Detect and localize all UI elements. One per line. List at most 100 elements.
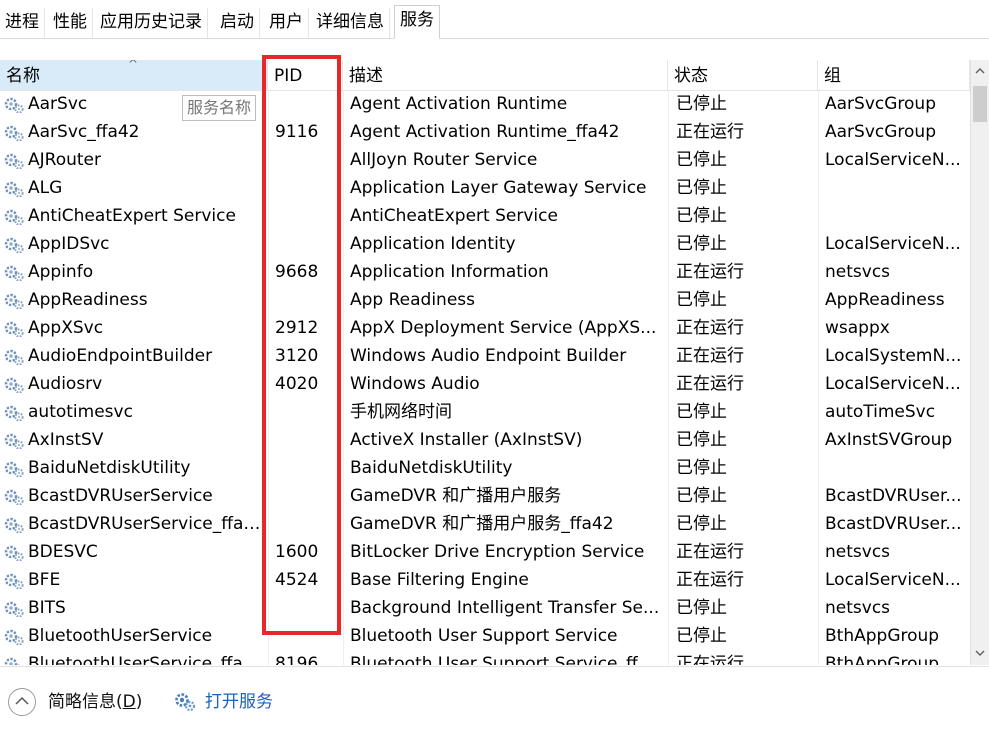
service-gear-icon — [3, 375, 25, 393]
scroll-thumb[interactable] — [973, 86, 987, 122]
service-status: 正在运行 — [676, 346, 744, 366]
service-name: BaiduNetdiskUtility — [28, 458, 191, 478]
service-group — [825, 202, 965, 230]
service-gear-icon — [3, 319, 25, 337]
open-services-link[interactable]: 打开服务 — [205, 691, 273, 713]
service-status: 正在运行 — [676, 318, 744, 338]
service-pid: 4524 — [275, 570, 319, 590]
tab-app-history[interactable]: 应用历史记录 — [95, 8, 208, 38]
service-group — [825, 454, 965, 482]
services-gear-icon — [175, 693, 196, 712]
service-status: 已停止 — [676, 290, 727, 310]
table-row[interactable]: autotimesvc 手机网络时间 已停止 autoTimeSvc — [0, 398, 970, 426]
column-header-group[interactable]: 组 — [818, 60, 970, 90]
service-pid: 9668 — [275, 262, 319, 282]
table-row[interactable]: BITS Background Intelligent Transfer Se..… — [0, 594, 970, 622]
table-row[interactable]: AxInstSV ActiveX Installer (AxInstSV) 已停止 A… — [0, 426, 970, 454]
service-group: LocalServiceN... — [825, 150, 961, 170]
service-status: 已停止 — [676, 514, 727, 534]
table-row[interactable]: BluetoothUserService Bluetooth User Suppo… — [0, 622, 970, 650]
tab-processes[interactable]: 进程 — [0, 8, 45, 38]
service-status: 已停止 — [676, 486, 727, 506]
service-status: 已停止 — [676, 234, 727, 254]
table-row[interactable]: AppIDSvc Application Identity 已停止 LocalServ… — [0, 230, 970, 258]
service-gear-icon — [3, 571, 25, 589]
service-pid: 1600 — [275, 542, 319, 562]
column-tooltip: 服务名称 — [182, 95, 257, 121]
vertical-scrollbar[interactable] — [970, 60, 989, 665]
table-row[interactable]: AppXSvc 2912 AppX Deployment Service (AppX… — [0, 314, 970, 342]
service-description: App Readiness — [350, 290, 476, 310]
tab-performance[interactable]: 性能 — [48, 8, 93, 38]
service-gear-icon — [3, 627, 25, 645]
service-group: BcastDVRUser... — [825, 514, 962, 534]
service-group: wsappx — [825, 318, 890, 338]
service-pid — [275, 174, 339, 202]
service-description: Windows Audio — [350, 374, 480, 394]
service-description: Agent Activation Runtime — [350, 94, 568, 114]
service-description: BaiduNetdiskUtility — [350, 458, 513, 478]
fewer-details-accesskey: D — [122, 692, 136, 712]
service-description: GameDVR 和广播用户服务 — [350, 486, 562, 506]
service-status: 已停止 — [676, 626, 727, 646]
service-name: AntiCheatExpert Service — [28, 206, 236, 226]
column-header-pid[interactable]: PID — [268, 60, 343, 90]
service-name: AJRouter — [28, 150, 101, 170]
service-gear-icon — [3, 459, 25, 477]
service-description: Application Identity — [350, 234, 516, 254]
sort-ascending-icon: ^ — [128, 60, 139, 71]
table-row[interactable]: BaiduNetdiskUtility BaiduNetdiskUtility 已停… — [0, 454, 970, 482]
tab-services[interactable]: 服务 — [394, 5, 440, 39]
service-status: 已停止 — [676, 458, 727, 478]
service-group: AppReadiness — [825, 290, 945, 310]
service-group: netsvcs — [825, 262, 891, 282]
table-row[interactable]: Appinfo 9668 Application Information 正在运行 ne… — [0, 258, 970, 286]
fewer-details-link[interactable]: 简略信息(D) — [48, 691, 142, 713]
service-group: LocalServiceN... — [825, 234, 961, 254]
column-header-status[interactable]: 状态 — [668, 60, 818, 90]
tab-users[interactable]: 用户 — [264, 8, 309, 38]
service-name: autotimesvc — [28, 402, 133, 422]
service-name: AppXSvc — [28, 318, 104, 338]
service-name: BluetoothUserService_ffa42 — [28, 654, 264, 665]
service-gear-icon — [3, 179, 25, 197]
service-name: AppReadiness — [28, 290, 148, 310]
scroll-up-icon[interactable] — [971, 62, 989, 80]
service-gear-icon — [3, 235, 25, 253]
service-description: AppX Deployment Service (AppXS... — [350, 318, 657, 338]
service-group: LocalServiceN... — [825, 374, 961, 394]
service-pid — [275, 454, 339, 482]
table-row[interactable]: AJRouter AllJoyn Router Service 已停止 LocalSe… — [0, 146, 970, 174]
table-row[interactable]: AntiCheatExpert Service AntiCheatExpert S… — [0, 202, 970, 230]
table-row[interactable]: AudioEndpointBuilder 3120 Windows Audio En… — [0, 342, 970, 370]
column-header-name[interactable]: 名称 ^ — [0, 60, 268, 90]
service-group: BcastDVRUser... — [825, 486, 962, 506]
table-row[interactable]: AppReadiness App Readiness 已停止 AppReadiness — [0, 286, 970, 314]
tab-startup[interactable]: 启动 — [215, 8, 260, 38]
service-pid — [275, 146, 339, 174]
table-row[interactable]: BcastDVRUserService_ffa42 GameDVR 和广播用户服务… — [0, 510, 970, 538]
table-row[interactable]: AarSvc_ffa42 9116 Agent Activation Runtime… — [0, 118, 970, 146]
table-row[interactable]: BFE 4524 Base Filtering Engine 正在运行 LocalSer… — [0, 566, 970, 594]
table-row[interactable]: BluetoothUserService_ffa42 8196 Bluetooth … — [0, 650, 970, 665]
table-row[interactable]: ALG Application Layer Gateway Service 已停止 — [0, 174, 970, 202]
tab-details[interactable]: 详细信息 — [311, 8, 390, 38]
table-row[interactable]: AarSvc Agent Activation Runtime 已停止 AarSvcG… — [0, 90, 970, 118]
service-description: Base Filtering Engine — [350, 570, 529, 590]
service-status: 已停止 — [676, 206, 727, 226]
service-gear-icon — [3, 515, 25, 533]
column-header-description[interactable]: 描述 — [343, 60, 668, 90]
service-description: BitLocker Drive Encryption Service — [350, 542, 645, 562]
service-status: 正在运行 — [676, 122, 744, 142]
collapse-details-button[interactable] — [8, 688, 36, 716]
service-gear-icon — [3, 543, 25, 561]
service-status: 已停止 — [676, 598, 727, 618]
service-description: AllJoyn Router Service — [350, 150, 538, 170]
service-name: BITS — [28, 598, 66, 618]
table-row[interactable]: BDESVC 1600 BitLocker Drive Encryption Ser… — [0, 538, 970, 566]
service-pid: 4020 — [275, 374, 319, 394]
scroll-down-icon[interactable] — [971, 644, 989, 662]
service-status: 正在运行 — [676, 262, 744, 282]
table-row[interactable]: Audiosrv 4020 Windows Audio 正在运行 LocalServic… — [0, 370, 970, 398]
table-row[interactable]: BcastDVRUserService GameDVR 和广播用户服务 已停止 Bca… — [0, 482, 970, 510]
